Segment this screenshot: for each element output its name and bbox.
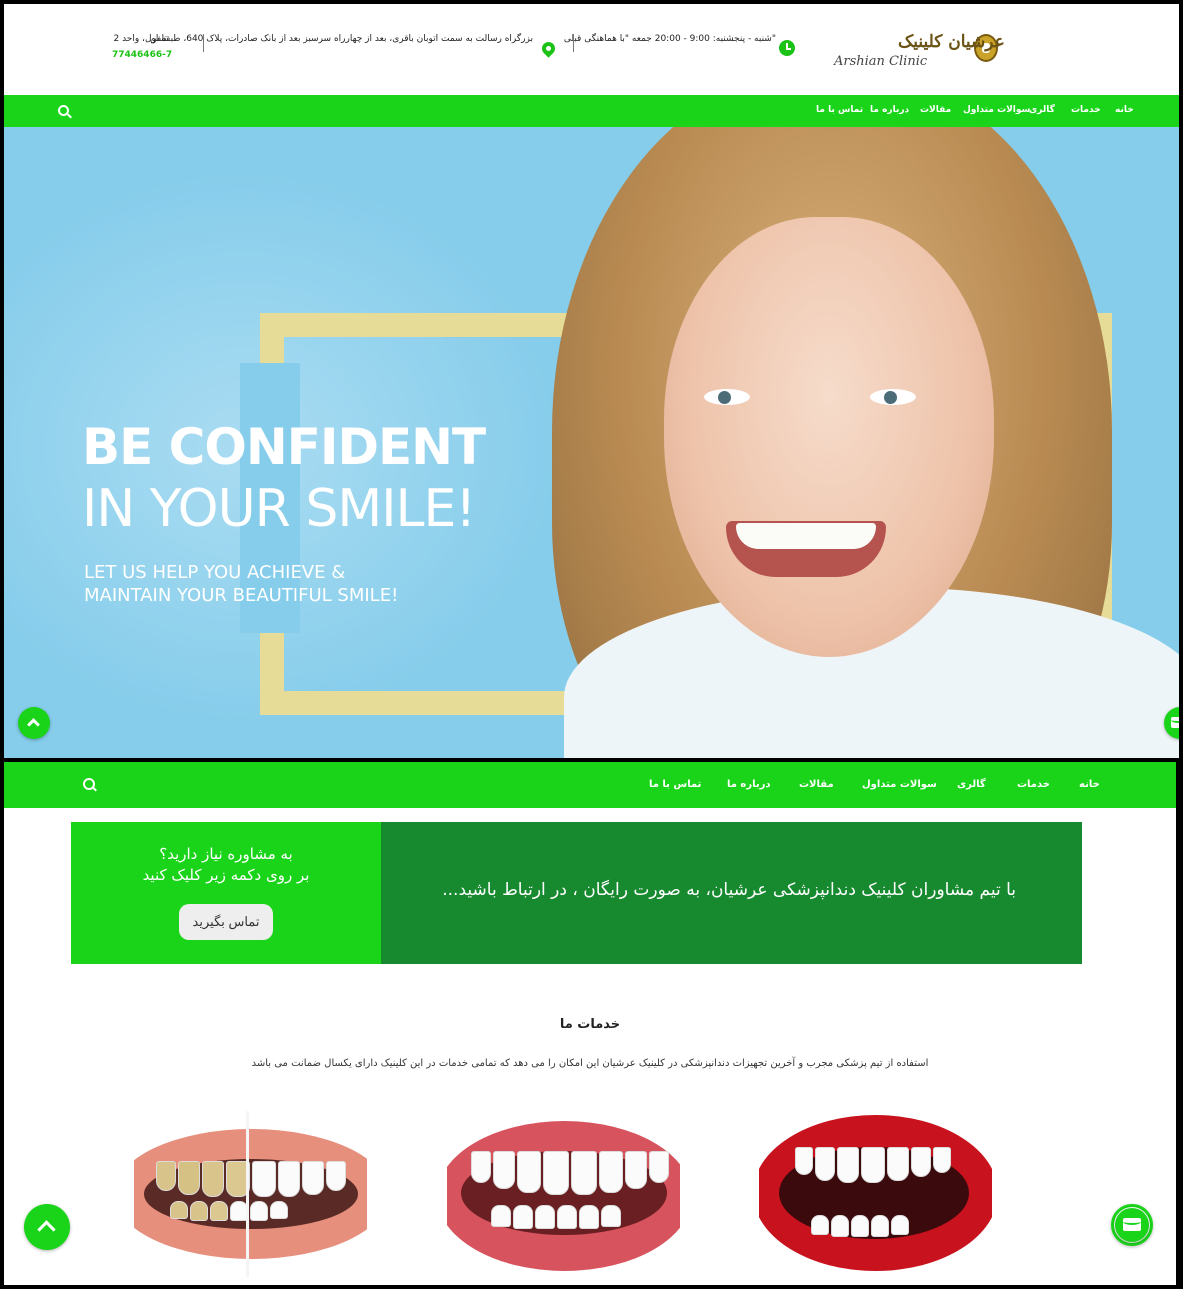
logo-text-en: Arshian Clinic: [834, 54, 928, 69]
hero-model-face: [664, 217, 994, 657]
nav-contact[interactable]: تماس با ما: [816, 105, 863, 115]
hero-headline-1: BE CONFIDENT: [82, 418, 486, 476]
services-title: خدمات ما: [559, 1017, 621, 1032]
hero-model-smile: [726, 521, 886, 577]
envelope-icon: [1123, 1218, 1141, 1231]
consultation-question: به مشاوره نیاز دارید؟ بر روی دکمه زیر کل…: [71, 844, 381, 886]
nav-services[interactable]: خدمات: [1017, 779, 1050, 790]
info-divider: [203, 34, 204, 52]
hero-tagline-line2: MAINTAIN YOUR BEAUTIFUL SMILE!: [84, 585, 399, 606]
map-pin-icon: [539, 39, 558, 58]
envelope-icon: [1171, 717, 1179, 728]
main-navbar: خانه خدمات گالری سوالات متداول مقالات در…: [4, 95, 1179, 127]
service-image-implants[interactable]: [759, 1111, 992, 1277]
hero-tagline-line1: LET US HELP YOU ACHIEVE &: [84, 562, 346, 583]
consultation-question-line2: بر روی دکمه زیر کلیک کنید: [142, 866, 310, 884]
phone-number[interactable]: 77446466-7: [112, 50, 172, 60]
clinic-logo[interactable]: عرشیان کلینیک Arshian Clinic: [834, 32, 1005, 78]
nav-contact[interactable]: تماس با ما: [649, 779, 701, 790]
clinic-address: بزرگراه رسالت به سمت اتوبان باقری، بعد ا…: [113, 34, 533, 44]
consultation-prompt-panel: به مشاوره نیاز دارید؟ بر روی دکمه زیر کل…: [71, 822, 381, 964]
nav-about[interactable]: درباره ما: [870, 105, 909, 115]
nav-home[interactable]: خانه: [1115, 105, 1134, 115]
consultation-question-line1: به مشاوره نیاز دارید؟: [159, 845, 293, 863]
nav-faq[interactable]: سوالات متداول: [862, 779, 937, 790]
search-icon[interactable]: [58, 105, 69, 116]
before-after-divider: [246, 1111, 249, 1277]
search-icon[interactable]: [83, 778, 95, 790]
scroll-top-button[interactable]: [24, 1204, 70, 1250]
consultation-banner: با تیم مشاوران کلینیک دندانپزشکی عرشیان،…: [71, 822, 1082, 964]
top-page-capture: عرشیان کلینیک Arshian Clinic "شنبه - پنج…: [4, 4, 1179, 758]
nav-home[interactable]: خانه: [1079, 779, 1100, 790]
chevron-up-icon: [37, 1220, 56, 1239]
info-divider: [573, 34, 574, 52]
sticky-navbar: خانه خدمات گالری سوالات متداول مقالات در…: [4, 762, 1176, 808]
nav-articles[interactable]: مقالات: [920, 105, 951, 115]
hero-model-eye: [870, 389, 916, 405]
nav-services[interactable]: خدمات: [1071, 105, 1101, 115]
bottom-page-capture: خانه خدمات گالری سوالات متداول مقالات در…: [4, 762, 1176, 1285]
hero-banner: BE CONFIDENT IN YOUR SMILE! LET US HELP …: [4, 127, 1179, 758]
info-bar: عرشیان کلینیک Arshian Clinic "شنبه - پنج…: [4, 4, 1179, 94]
hero-headline-2: IN YOUR SMILE!: [82, 479, 476, 539]
scroll-top-button[interactable]: [18, 707, 50, 739]
chevron-up-icon: [27, 718, 40, 731]
contact-fab[interactable]: [1111, 1204, 1153, 1246]
clock-icon: [779, 40, 795, 56]
consultation-message-panel: با تیم مشاوران کلینیک دندانپزشکی عرشیان،…: [381, 822, 1082, 964]
phone-label: تلفن: [150, 34, 167, 44]
call-us-button[interactable]: تماس بگیرید: [179, 904, 273, 940]
services-description: استفاده از تیم پزشکی مجرب و آخرین تجهیزا…: [251, 1058, 929, 1069]
hero-tagline: LET US HELP YOU ACHIEVE & MAINTAIN YOUR …: [84, 561, 484, 607]
nav-gallery[interactable]: گالری: [957, 779, 986, 790]
logo-text-fa: عرشیان کلینیک: [898, 32, 1005, 52]
nav-gallery[interactable]: گالری: [1029, 105, 1055, 115]
working-hours: "شنبه - پنجشنبه: 9:00 - 20:00 جمعه "با ه…: [563, 34, 776, 44]
hero-model-eye: [704, 389, 750, 405]
nav-faq[interactable]: سوالات متداول: [963, 105, 1030, 115]
nav-articles[interactable]: مقالات: [799, 779, 834, 790]
consultation-message: با تیم مشاوران کلینیک دندانپزشکی عرشیان،…: [442, 880, 1016, 900]
service-image-veneers[interactable]: [447, 1111, 680, 1277]
nav-about[interactable]: درباره ما: [727, 779, 771, 790]
service-image-whitening[interactable]: [134, 1111, 367, 1277]
